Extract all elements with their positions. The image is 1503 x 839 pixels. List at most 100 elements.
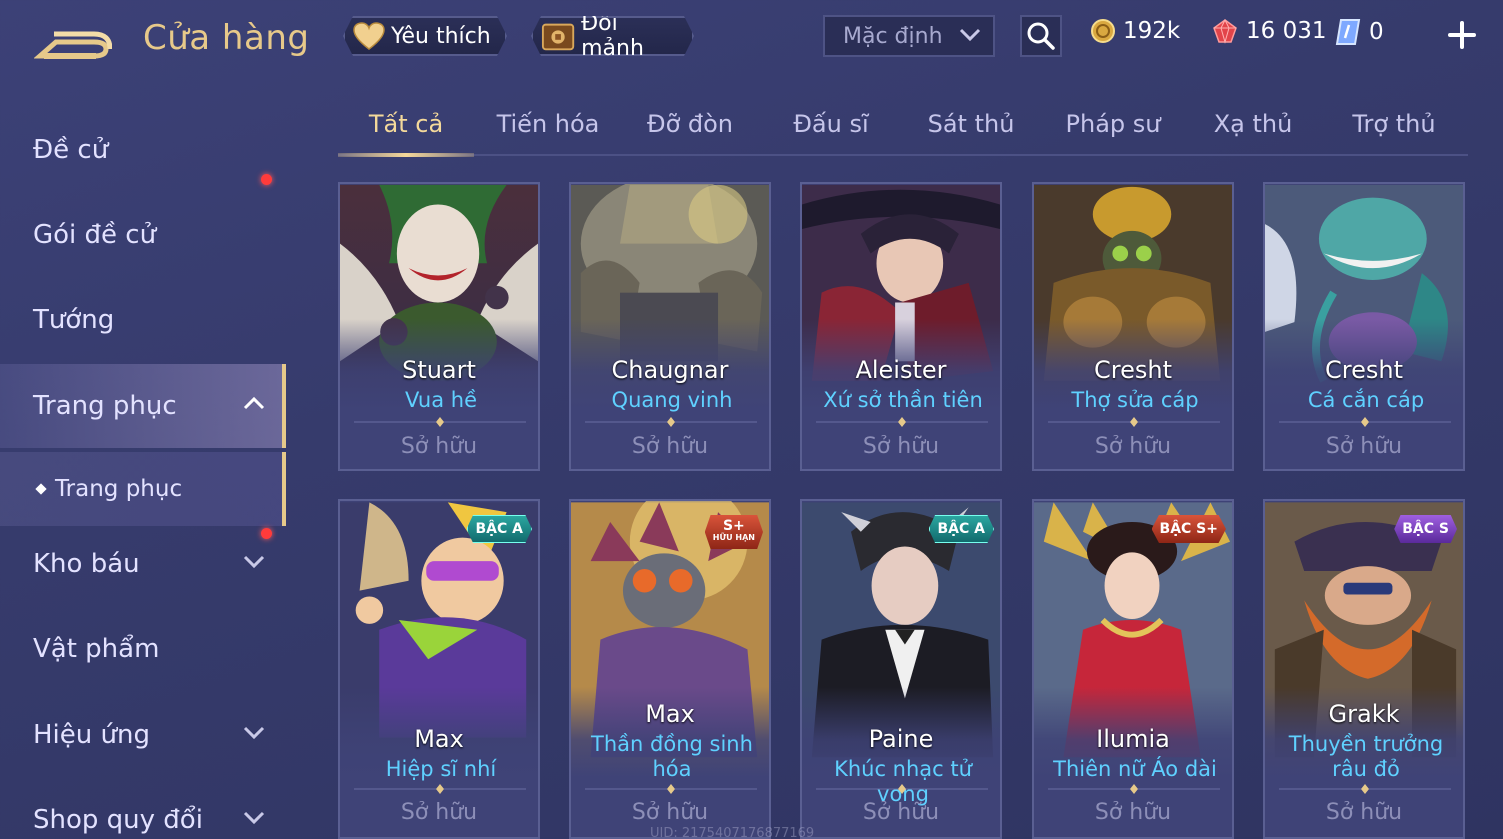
- tab-label: Đấu sĩ: [793, 110, 869, 138]
- skin-card[interactable]: BẬC A Paine Khúc nhạc tử vong Sở hữu: [800, 499, 1002, 839]
- gem-currency: 16 031: [1212, 18, 1326, 44]
- tab-label: Sát thủ: [927, 110, 1015, 138]
- gold-coin-icon: [1091, 19, 1115, 43]
- class-filter-tabs: Tất cả Tiến hóa Đỡ đòn Đấu sĩ Sát thủ Ph…: [338, 98, 1468, 157]
- hero-name: Ilumia: [1096, 725, 1170, 753]
- sidebar-item-treasure[interactable]: Kho báu: [0, 522, 286, 606]
- sidebar-item-label: Hiệu ứng: [33, 720, 150, 750]
- skin-name: Quang vinh: [611, 388, 733, 412]
- ownership-status: Sở hữu: [1325, 800, 1403, 825]
- skin-card[interactable]: Cresht Thợ sửa cáp Sở hữu: [1032, 182, 1234, 471]
- sidebar-item-items[interactable]: Vật phẩm: [0, 607, 286, 691]
- favorites-button[interactable]: Yêu thích: [343, 16, 507, 56]
- tab-label: Đỡ đòn: [646, 110, 734, 138]
- ticket-currency: 0: [1335, 18, 1384, 46]
- skin-card[interactable]: BẬC S+ Ilumia Thiên nữ Áo dài Sở hữu: [1032, 499, 1234, 839]
- hero-name: Chaugnar: [611, 356, 729, 384]
- ownership-status: Sở hữu: [631, 800, 709, 825]
- hero-name: Paine: [868, 725, 934, 753]
- sidebar-subitem-costumes[interactable]: Trang phục: [0, 452, 286, 526]
- divider-ornament: [585, 417, 757, 427]
- skin-card[interactable]: Aleister Xứ sở thần tiên Sở hữu: [800, 182, 1002, 471]
- skin-card[interactable]: S+ HỮU HẠN Max Thần đồng sinh hóa Sở hữu: [569, 499, 771, 839]
- hero-name: Aleister: [855, 356, 947, 384]
- treasure-chest-icon: [541, 20, 575, 52]
- divider-ornament: [1048, 417, 1220, 427]
- tier-badge: BẬC A: [928, 515, 994, 543]
- red-gem-icon: [1213, 18, 1237, 44]
- chevron-up-icon: [243, 396, 265, 410]
- sidebar-item-recommended-packs[interactable]: Gói đề cử: [0, 174, 286, 277]
- skin-name: Thiên nữ Áo dài: [1053, 757, 1217, 781]
- tab-evolution[interactable]: Tiến hóa: [478, 110, 618, 138]
- tab-label: Trợ thủ: [1352, 110, 1436, 138]
- tab-label: Pháp sư: [1065, 110, 1161, 138]
- divider-ornament: [1279, 784, 1451, 794]
- notification-dot: [261, 174, 272, 185]
- sidebar-item-label: Shop quy đổi: [33, 805, 203, 835]
- hero-name: Cresht: [1094, 356, 1172, 384]
- favorites-label: Yêu thích: [391, 23, 491, 49]
- back-arrow-icon[interactable]: [34, 22, 112, 62]
- tab-support[interactable]: Trợ thủ: [1324, 110, 1464, 138]
- chevron-down-icon: [243, 811, 265, 825]
- ownership-status: Sở hữu: [862, 800, 940, 825]
- shard-exchange-button[interactable]: Đổi mảnh: [531, 16, 694, 56]
- user-id-watermark: UID: 2175407176877169: [650, 826, 815, 839]
- divider-ornament: [1279, 417, 1451, 427]
- tab-tank[interactable]: Đỡ đòn: [620, 110, 760, 138]
- divider-ornament: [816, 784, 988, 794]
- sidebar-subitem-label: Trang phục: [55, 476, 183, 502]
- sidebar-item-heroes[interactable]: Tướng: [0, 278, 286, 362]
- shard-exchange-label: Đổi mảnh: [581, 11, 644, 61]
- active-tab-indicator: [338, 153, 474, 157]
- page-title: Cửa hàng: [143, 18, 310, 58]
- sidebar-item-label: Đề cử: [33, 135, 109, 165]
- sort-selected-value: Mặc định: [843, 23, 943, 49]
- chevron-down-icon: [243, 555, 265, 569]
- sidebar-item-label: Vật phẩm: [33, 634, 160, 664]
- gold-currency: 192k: [1091, 18, 1180, 44]
- tab-label: Tiến hóa: [496, 110, 600, 138]
- skin-card[interactable]: Cresht Cá cắn cáp Sở hữu: [1263, 182, 1465, 471]
- divider-ornament: [354, 417, 526, 427]
- gold-amount: 192k: [1123, 18, 1181, 44]
- skin-card[interactable]: BẬC A Max Hiệp sĩ nhí Sở hữu: [338, 499, 540, 839]
- bullet-icon: [35, 483, 47, 495]
- divider-ornament: [354, 784, 526, 794]
- tab-all[interactable]: Tất cả: [338, 110, 474, 138]
- sidebar-item-label: Kho báu: [33, 549, 140, 579]
- sidebar-item-exchange-shop[interactable]: Shop quy đổi: [0, 778, 286, 839]
- skin-card[interactable]: Stuart Vua hề Sở hữu: [338, 182, 540, 471]
- tier-badge: BẬC S+: [1151, 515, 1226, 543]
- skin-name: Vua hề: [404, 388, 478, 412]
- sidebar-item-costumes[interactable]: Trang phục: [0, 364, 286, 448]
- sidebar-item-label: Trang phục: [33, 391, 177, 421]
- skin-name: Thuyền trưởng râu đỏ: [1288, 732, 1444, 781]
- sidebar-item-label: Gói đề cử: [33, 220, 157, 250]
- skin-name: Cá cắn cáp: [1307, 388, 1425, 412]
- ticket-amount: 0: [1369, 19, 1384, 45]
- skin-card[interactable]: BẬC S Grakk Thuyền trưởng râu đỏ Sở hữu: [1263, 499, 1465, 839]
- sidebar-item-label: Tướng: [33, 305, 115, 335]
- tab-mage[interactable]: Pháp sư: [1043, 110, 1183, 138]
- tab-assassin[interactable]: Sát thủ: [901, 110, 1041, 138]
- skin-card[interactable]: Chaugnar Quang vinh Sở hữu: [569, 182, 771, 471]
- category-sidebar: Đề cử Gói đề cử Tướng Trang phục Trang p…: [0, 100, 290, 839]
- search-button[interactable]: [1020, 15, 1062, 57]
- ownership-status: Sở hữu: [400, 800, 478, 825]
- skin-name: Thần đồng sinh hóa: [591, 732, 753, 781]
- sidebar-item-effects[interactable]: Hiệu ứng: [0, 693, 286, 777]
- sort-dropdown[interactable]: Mặc định: [823, 15, 995, 57]
- chevron-down-icon: [959, 28, 981, 42]
- hero-name: Stuart: [402, 356, 476, 384]
- ticket-icon: [1335, 19, 1361, 45]
- sidebar-item-recommended[interactable]: Đề cử: [0, 108, 286, 192]
- ownership-status: Sở hữu: [631, 434, 709, 459]
- plus-icon[interactable]: [1447, 20, 1477, 50]
- tab-marksman[interactable]: Xạ thủ: [1183, 110, 1323, 138]
- tab-fighter[interactable]: Đấu sĩ: [761, 110, 901, 138]
- tier-badge: BẬC S: [1394, 515, 1457, 543]
- tab-label: Tất cả: [368, 110, 444, 138]
- ownership-status: Sở hữu: [1325, 434, 1403, 459]
